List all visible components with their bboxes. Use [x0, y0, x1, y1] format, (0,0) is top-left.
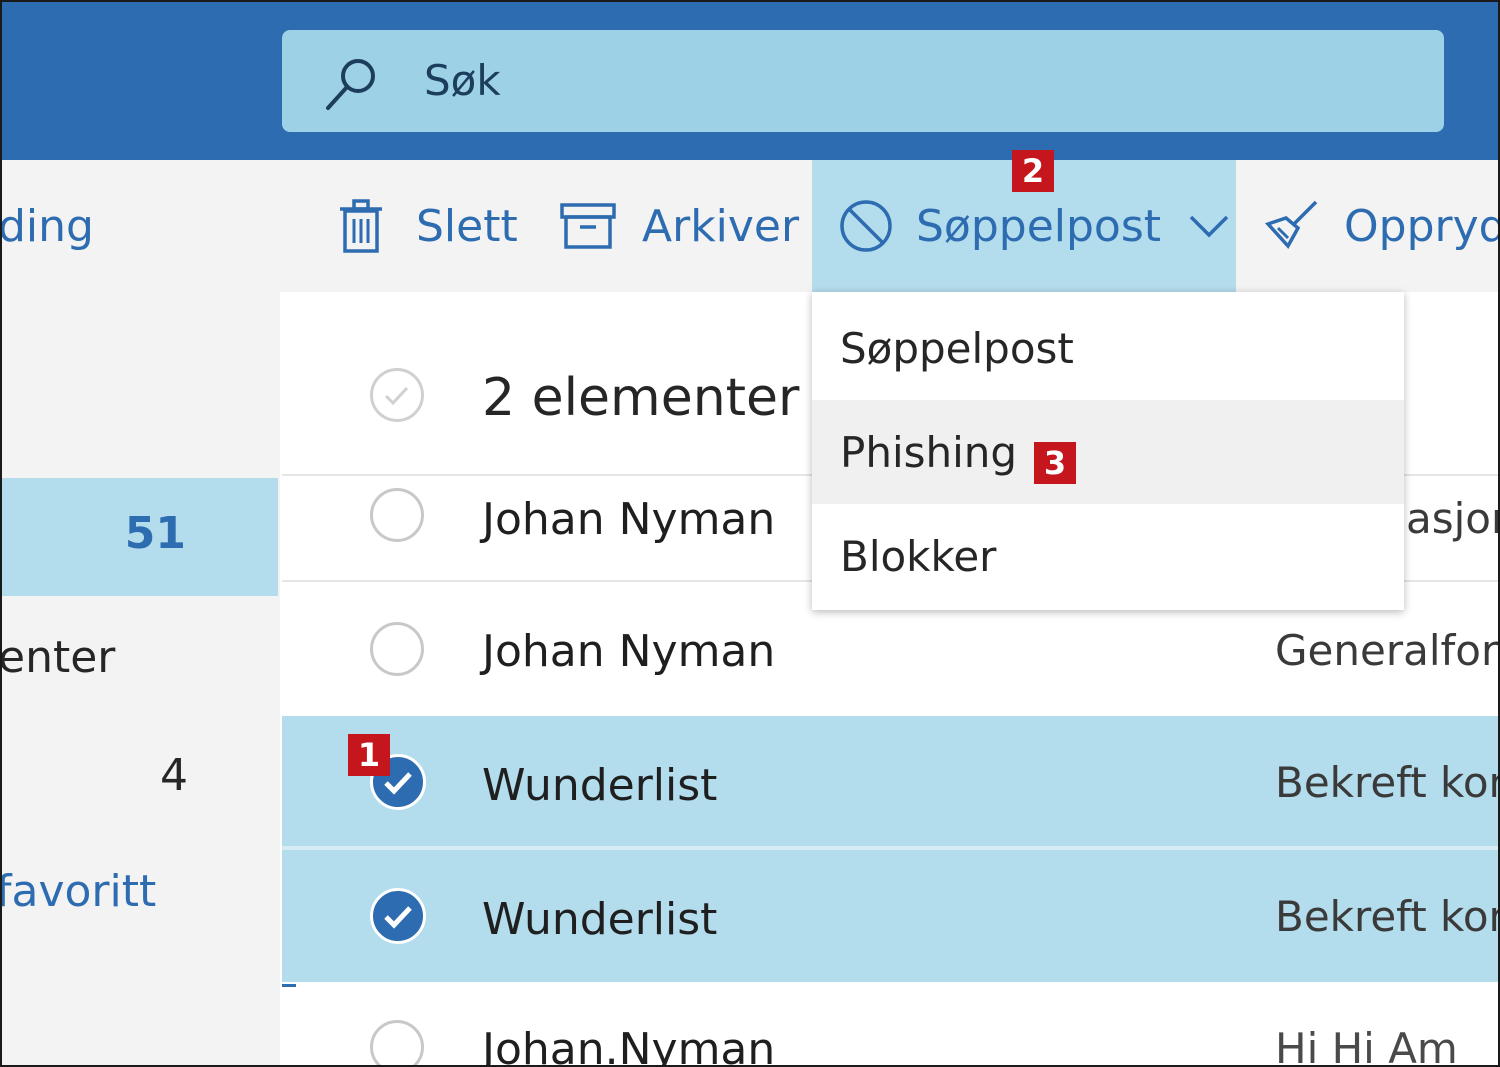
toolbar-partial-label: ding [0, 200, 94, 252]
block-icon [840, 200, 892, 252]
menu-item-label: Blokker [840, 532, 997, 581]
step-badge-2: 2 [1012, 150, 1054, 192]
row-checkbox[interactable] [370, 488, 424, 542]
message-row-selected[interactable]: Wunderlist Bekreft kon [282, 716, 1500, 846]
menu-item-phishing[interactable]: Phishing 3 [812, 400, 1404, 504]
message-sender: Wunderlist [482, 894, 718, 945]
nav-item-partial[interactable]: enter [0, 632, 116, 683]
message-sender: Johan.Nyman [482, 1024, 776, 1067]
message-subject: asjon [1406, 494, 1498, 543]
outlook-window: Søk ding Slett Arkiver Søppelpost Oppry … [0, 0, 1500, 1067]
toolbar-partial-item[interactable]: ding [0, 160, 94, 292]
broom-icon [1264, 200, 1318, 249]
message-subject: Bekreft kon [1275, 892, 1500, 941]
folder-pane: 51 enter 4 favoritt [0, 292, 280, 1065]
sweep-button[interactable]: Opprydd [1264, 160, 1498, 292]
junk-label: Søppelpost [916, 200, 1162, 252]
message-sender: Johan Nyman [482, 626, 776, 677]
select-all-checkbox[interactable] [370, 368, 424, 422]
step-badge-1: 1 [348, 734, 390, 776]
message-row[interactable]: Johan.Nyman Hi Hi Am [282, 984, 1498, 1067]
row-checkbox[interactable] [370, 622, 424, 676]
row-checkbox-checked[interactable] [370, 888, 426, 944]
menu-item-label: Phishing [840, 428, 1018, 477]
delete-button[interactable]: Slett [338, 160, 518, 292]
nav-item-count: 51 [124, 508, 186, 559]
message-row-selected[interactable]: Wunderlist Bekreft kon [282, 850, 1500, 982]
junk-dropdown-menu: Søppelpost Phishing 3 Blokker [812, 292, 1404, 610]
trash-icon [340, 199, 382, 253]
search-box[interactable]: Søk [282, 30, 1444, 132]
check-icon [384, 386, 409, 406]
message-sender: Wunderlist [482, 760, 718, 811]
command-toolbar: ding Slett Arkiver Søppelpost Oppry 2 [0, 150, 1498, 292]
nav-item-partial-label: enter [0, 632, 116, 683]
delete-label: Slett [416, 200, 518, 252]
search-icon [326, 59, 375, 110]
message-subject: Generalfors [1275, 626, 1500, 675]
top-header-bar: Søk [2, 2, 1498, 160]
nav-item-selected[interactable]: 51 [2, 478, 278, 596]
archive-label: Arkiver [642, 200, 800, 252]
menu-item-label: Søppelpost [840, 324, 1074, 373]
selection-count-text: 2 elementer e [482, 368, 848, 428]
sweep-label: Opprydd [1344, 200, 1498, 252]
add-favorite-link[interactable]: favoritt [0, 866, 157, 917]
message-subject: Hi Hi Am [1275, 1024, 1458, 1067]
message-subject: Bekreft kon [1275, 758, 1500, 807]
archive-button[interactable]: Arkiver [560, 160, 799, 292]
nav-item-count-4[interactable]: 4 [160, 750, 188, 801]
step-badge-3: 3 [1034, 442, 1076, 484]
add-favorite-label: favoritt [0, 866, 157, 917]
row-checkbox[interactable] [370, 1020, 424, 1065]
message-sender: Johan Nyman [482, 494, 776, 545]
menu-item-block[interactable]: Blokker [812, 504, 1404, 608]
chevron-down-icon[interactable] [1189, 214, 1229, 238]
search-placeholder: Søk [424, 56, 501, 105]
check-icon [384, 906, 412, 929]
archive-icon [560, 203, 616, 249]
menu-item-junk[interactable]: Søppelpost [812, 296, 1404, 400]
